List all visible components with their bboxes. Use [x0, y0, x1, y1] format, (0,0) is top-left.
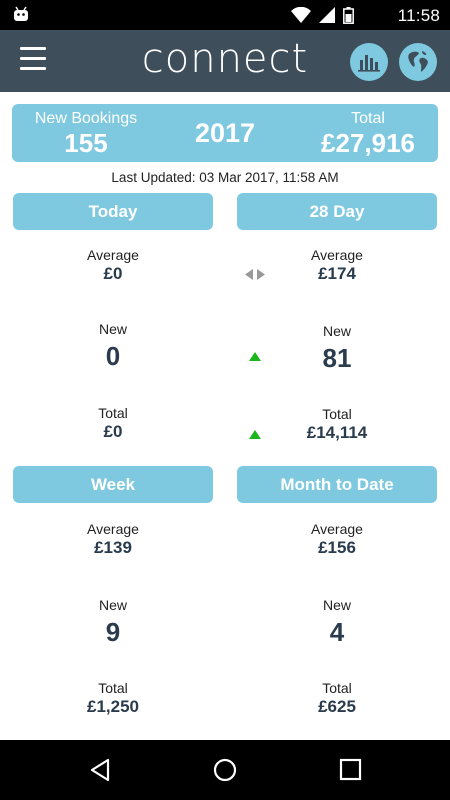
year-summary: 2017 — [175, 118, 275, 148]
week-new: New 9 — [13, 596, 213, 648]
trend-up-icon — [249, 430, 261, 439]
today-new-value: 0 — [105, 341, 121, 371]
28-day-total-value: £14,114 — [306, 423, 368, 442]
week-total-label: Total — [98, 680, 128, 696]
28-day-new: New 81 — [237, 322, 437, 374]
home-icon[interactable] — [212, 757, 238, 783]
new-bookings-label: New Bookings — [34, 110, 138, 127]
back-icon[interactable] — [88, 757, 114, 783]
today-total-value: £0 — [103, 422, 123, 441]
recents-icon[interactable] — [338, 757, 364, 783]
today-new: New 0 — [13, 320, 213, 372]
year-value: 2017 — [194, 118, 256, 148]
total-summary: Total £27,916 — [308, 110, 428, 158]
today-new-label: New — [98, 321, 127, 337]
28-day-new-label: New — [322, 323, 351, 339]
week-average-value: £139 — [94, 538, 132, 557]
wifi-icon — [291, 7, 311, 23]
month-total: Total £625 — [237, 679, 437, 717]
navigation-bar — [0, 740, 450, 800]
last-updated-text: Last Updated: 03 Mar 2017, 11:58 AM — [111, 170, 339, 185]
neutral-icon — [245, 269, 265, 280]
today-header[interactable]: Today — [13, 193, 213, 230]
month-total-label: Total — [322, 680, 352, 696]
week-total: Total £1,250 — [13, 679, 213, 717]
week-header[interactable]: Week — [13, 466, 213, 503]
month-new: New 4 — [237, 596, 437, 648]
week-average: Average £139 — [13, 520, 213, 558]
globe-icon — [403, 47, 433, 77]
week-new-label: New — [98, 597, 127, 613]
battery-icon — [343, 6, 354, 24]
28-day-average: Average £174 — [237, 246, 437, 284]
app-screen: 11:58 connect New Bookings 155 2017 Tota… — [0, 0, 450, 800]
month-average-value: £156 — [318, 538, 356, 557]
week-average-label: Average — [87, 521, 139, 537]
new-bookings-summary: New Bookings 155 — [22, 110, 150, 158]
globe-button[interactable] — [399, 43, 437, 81]
today-average-value: £0 — [103, 264, 123, 283]
month-average-label: Average — [311, 521, 363, 537]
status-time: 11:58 — [397, 6, 440, 25]
today-average-label: Average — [87, 247, 139, 263]
28-day-total-label: Total — [322, 406, 352, 422]
android-icon — [14, 6, 28, 21]
28-day-average-label: Average — [311, 247, 363, 263]
app-bar: connect — [0, 30, 450, 92]
bar-chart-icon — [358, 55, 380, 72]
month-new-value: 4 — [329, 617, 345, 647]
month-new-label: New — [322, 597, 351, 613]
28-day-header[interactable]: 28 Day — [237, 193, 437, 230]
trend-up-icon — [249, 352, 261, 361]
today-total: Total £0 — [13, 404, 213, 442]
28-day-new-value: 81 — [322, 343, 352, 373]
month-total-value: £625 — [318, 697, 356, 716]
status-bar: 11:58 — [0, 0, 450, 30]
total-value: £27,916 — [321, 128, 415, 158]
month-average: Average £156 — [237, 520, 437, 558]
today-average: Average £0 — [13, 246, 213, 284]
week-new-value: 9 — [105, 617, 121, 647]
bar-chart-button[interactable] — [350, 43, 388, 81]
month-to-date-header[interactable]: Month to Date — [237, 466, 437, 503]
28-day-average-value: £174 — [318, 264, 356, 283]
total-label: Total — [351, 110, 385, 127]
new-bookings-value: 155 — [64, 128, 108, 158]
signal-icon — [319, 7, 335, 23]
summary-banner: New Bookings 155 2017 Total £27,916 — [12, 104, 438, 162]
28-day-total: Total £14,114 — [237, 405, 437, 443]
week-total-value: £1,250 — [87, 697, 139, 716]
today-total-label: Total — [98, 405, 128, 421]
